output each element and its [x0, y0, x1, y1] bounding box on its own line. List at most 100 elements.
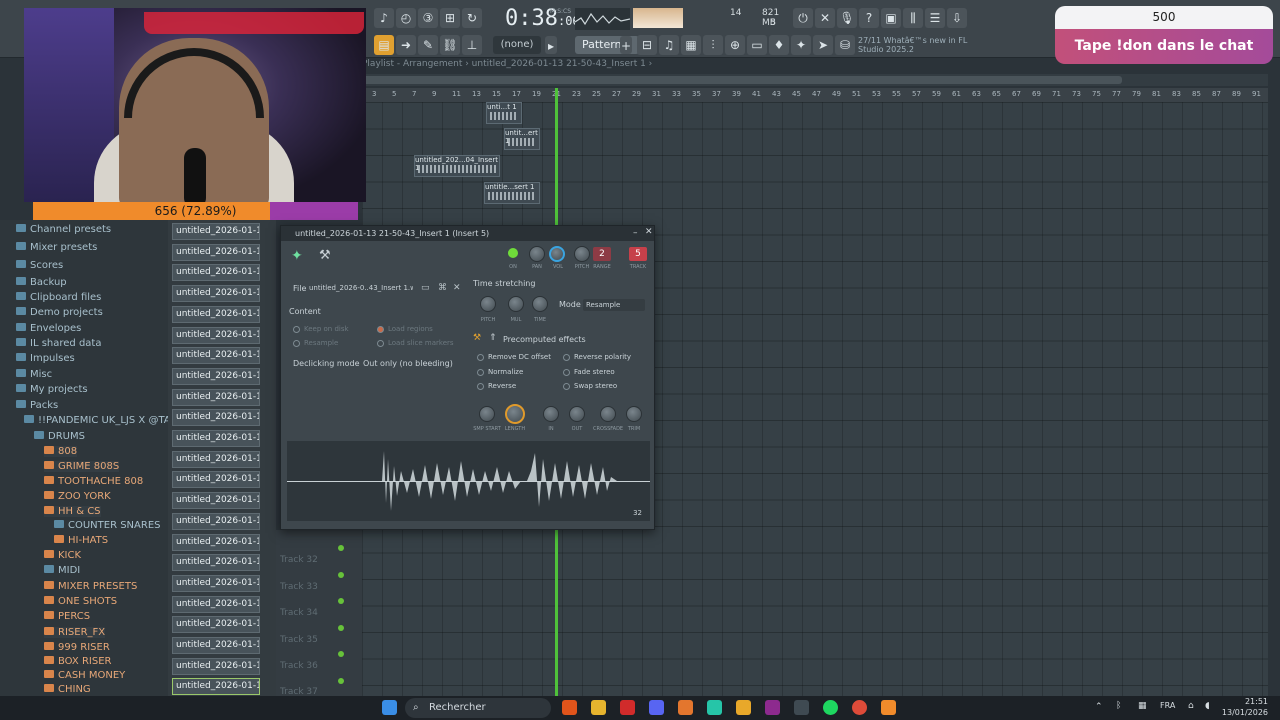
ableton-icon[interactable]: [678, 700, 693, 715]
track-enable-dot[interactable]: [338, 651, 344, 657]
pencil-icon[interactable]: ✎: [418, 35, 438, 55]
out-knob[interactable]: [569, 406, 585, 422]
browser-item[interactable]: MIXER PRESETS: [44, 581, 137, 592]
browser-item[interactable]: Clipboard files: [16, 292, 101, 303]
file-item[interactable]: untitled_2026-01-13 21-...: [172, 264, 260, 282]
file-item[interactable]: untitled_2026-01-13 21-...: [172, 678, 260, 696]
ts-pitch-knob[interactable]: [480, 296, 496, 312]
browser-item[interactable]: Scores: [16, 260, 63, 271]
close-icon[interactable]: ✕: [645, 227, 653, 237]
step-edit-icon[interactable]: ⊞: [440, 8, 460, 28]
clear-icon[interactable]: ✕: [453, 283, 461, 293]
browser-item[interactable]: RISER_FX: [44, 627, 106, 638]
browser-item[interactable]: Impulses: [16, 353, 75, 364]
browser-item[interactable]: Envelopes: [16, 323, 81, 334]
file-item[interactable]: untitled_2026-01-13 21-...: [172, 492, 260, 510]
countdown-icon[interactable]: ③: [418, 8, 438, 28]
resample-option[interactable]: Resample: [293, 339, 338, 347]
audio-clip[interactable]: untitled_202...04_Insert 1: [414, 155, 500, 177]
arrow-icon[interactable]: ➜: [396, 35, 416, 55]
wrench-icon[interactable]: ⚒: [319, 248, 331, 263]
file-item[interactable]: untitled_2026-01-13 21-...: [172, 243, 260, 261]
swap-stereo-option[interactable]: Swap stereo: [563, 382, 617, 390]
browser-item[interactable]: 999 RISER: [44, 642, 110, 653]
snap-select[interactable]: (none): [493, 36, 541, 54]
reverse-polarity-option[interactable]: Reverse polarity: [563, 353, 631, 361]
audio-clip[interactable]: unti...t 1: [486, 102, 522, 124]
browser-item[interactable]: DRUMS: [34, 431, 85, 442]
track-enable-dot[interactable]: [338, 545, 344, 551]
file-item[interactable]: untitled_2026-01-13 21-...: [172, 533, 260, 551]
download-icon[interactable]: ⇩: [947, 8, 967, 28]
trim-knob[interactable]: [626, 406, 642, 422]
remove-dc-option[interactable]: Remove DC offset: [477, 353, 551, 361]
browser-item[interactable]: BOX RISER: [44, 656, 111, 667]
app-icon[interactable]: [707, 700, 722, 715]
browser-item[interactable]: Misc: [16, 369, 52, 380]
fl-studio-icon[interactable]: [881, 700, 896, 715]
tuner-icon[interactable]: ✦: [791, 35, 811, 55]
browser-item[interactable]: KICK: [44, 550, 81, 561]
crossfade-knob[interactable]: [600, 406, 616, 422]
load-regions-option[interactable]: Load regions: [377, 325, 433, 333]
browser-item[interactable]: ONE SHOTS: [44, 596, 117, 607]
cpu-icon[interactable]: ⏻: [793, 8, 813, 28]
pitch-knob[interactable]: [574, 246, 590, 262]
browser-item[interactable]: IL shared data: [16, 338, 101, 349]
reverse-option[interactable]: Reverse: [477, 382, 516, 390]
file-item[interactable]: untitled_2026-01-13 21-...: [172, 657, 260, 675]
link-icon[interactable]: ⛓: [440, 35, 460, 55]
stamp-icon[interactable]: ⊥: [462, 35, 482, 55]
chrome-icon[interactable]: [852, 700, 867, 715]
system-clock[interactable]: 21:51 13/01/2026: [1220, 696, 1280, 718]
browser-item[interactable]: PERCS: [44, 611, 90, 622]
file-item[interactable]: untitled_2026-01-13 21-...: [172, 223, 260, 240]
in-knob[interactable]: [543, 406, 559, 422]
sample-start-knob[interactable]: [479, 406, 495, 422]
file-item[interactable]: untitled_2026-01-13 21-...: [172, 285, 260, 303]
waveform-display[interactable]: 32: [287, 441, 650, 521]
edit-icon[interactable]: ⌘: [438, 283, 447, 293]
file-item[interactable]: untitled_2026-01-13 21-...: [172, 512, 260, 530]
up-arrow-icon[interactable]: ⇑: [489, 333, 497, 343]
browser-item[interactable]: GRIME 808S: [44, 461, 120, 472]
file-item[interactable]: untitled_2026-01-13 21-...: [172, 367, 260, 385]
timeline-ruler[interactable]: 3579111315171921232527293133353739414345…: [362, 88, 1268, 102]
spotify-icon[interactable]: [823, 700, 838, 715]
mixer-view-icon[interactable]: ⫶: [703, 35, 723, 55]
mixer-icon[interactable]: ⫼: [903, 8, 923, 28]
file-item[interactable]: untitled_2026-01-13 21-...: [172, 637, 260, 654]
pattern-mode-icon[interactable]: ▤: [374, 35, 394, 55]
browser-item[interactable]: Mixer presets: [16, 242, 97, 253]
length-knob[interactable]: [505, 404, 525, 424]
volume-knob[interactable]: [549, 246, 565, 262]
browser-item[interactable]: My projects: [16, 384, 88, 395]
ts-time-knob[interactable]: [532, 296, 548, 312]
browser-item[interactable]: Backup: [16, 277, 67, 288]
zoom-value[interactable]: 32: [633, 509, 642, 517]
track-label[interactable]: Track 33: [280, 582, 318, 592]
tray-icon[interactable]: ▦: [1138, 701, 1147, 711]
render-icon[interactable]: ➤: [813, 35, 833, 55]
add-pattern-icon[interactable]: +: [620, 36, 632, 54]
piano-roll-icon[interactable]: ♫: [659, 35, 679, 55]
file-item[interactable]: untitled_2026-01-13 21-...: [172, 388, 260, 406]
track-enable-dot[interactable]: [338, 572, 344, 578]
loop-record-icon[interactable]: ↻: [462, 8, 482, 28]
wait-icon[interactable]: ◴: [396, 8, 416, 28]
file-item[interactable]: untitled_2026-01-13 21-...: [172, 616, 260, 634]
file-name-field[interactable]: untitled_2026-0..43_Insert 1.wav: [309, 284, 413, 292]
news-panel[interactable]: 27/11 Whatâ€™s new in FL Studio 2025.2: [858, 36, 968, 54]
file-item[interactable]: untitled_2026-01-13 21-...: [172, 347, 260, 365]
browser-item[interactable]: Channel presets: [16, 224, 111, 235]
brave-icon[interactable]: [562, 700, 577, 715]
folder-icon[interactable]: ▭: [421, 283, 430, 293]
discord-icon[interactable]: [649, 700, 664, 715]
declicking-select[interactable]: Out only (no bleeding): [363, 359, 459, 368]
on-led[interactable]: [508, 248, 518, 258]
file-item[interactable]: untitled_2026-01-13 21-...: [172, 450, 260, 468]
mode-select[interactable]: Resample: [583, 299, 645, 311]
browser-item[interactable]: COUNTER SNARES: [54, 520, 161, 531]
track-label[interactable]: Track 34: [280, 608, 318, 618]
file-explorer-icon[interactable]: [591, 700, 606, 715]
